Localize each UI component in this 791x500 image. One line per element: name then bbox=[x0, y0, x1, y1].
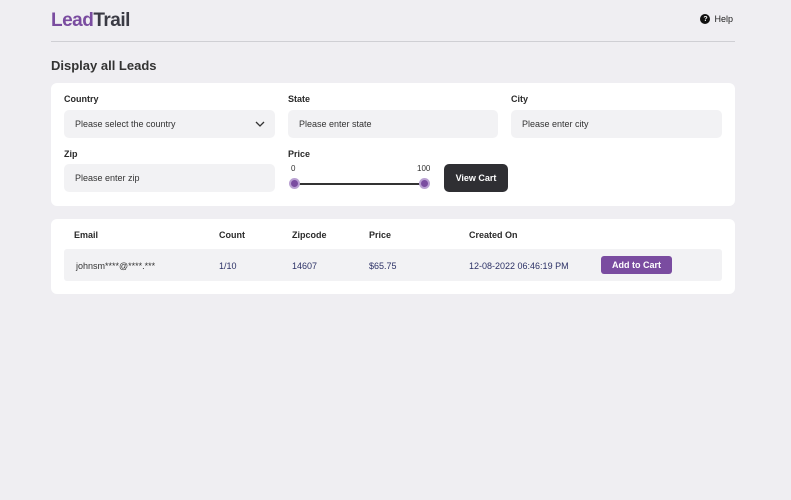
cell-count: 1/10 bbox=[219, 261, 237, 271]
page-title: Display all Leads bbox=[51, 58, 157, 73]
zip-input-placeholder: Please enter zip bbox=[75, 173, 140, 183]
zip-label: Zip bbox=[64, 149, 78, 159]
price-min-thumb[interactable] bbox=[289, 178, 300, 189]
leadtrail-logo[interactable]: LeadTrail bbox=[51, 10, 130, 32]
help-label: Help bbox=[714, 14, 733, 24]
city-input-placeholder: Please enter city bbox=[522, 119, 589, 129]
price-slider-track[interactable] bbox=[294, 183, 425, 185]
price-max-thumb[interactable] bbox=[419, 178, 430, 189]
leads-table: Email Count Zipcode Price Created On joh… bbox=[51, 219, 735, 294]
price-label: Price bbox=[288, 149, 311, 159]
cell-email: johnsm****@****.*** bbox=[76, 261, 156, 271]
chevron-down-icon bbox=[255, 121, 265, 127]
zip-input[interactable]: Please enter zip bbox=[64, 164, 275, 192]
state-input[interactable]: Please enter state bbox=[288, 110, 498, 138]
help-icon: ? bbox=[700, 14, 711, 24]
country-label: Country bbox=[64, 94, 99, 104]
help-link[interactable]: ? Help bbox=[700, 14, 733, 24]
price-min-value: 0 bbox=[291, 164, 296, 173]
cell-created-on: 12-08-2022 06:46:19 PM bbox=[469, 261, 569, 271]
cell-zipcode: 14607 bbox=[292, 261, 318, 271]
column-header-price: Price bbox=[369, 230, 392, 240]
city-label: City bbox=[511, 94, 529, 104]
column-header-email: Email bbox=[74, 230, 99, 240]
country-select-value: Please select the country bbox=[75, 119, 176, 129]
city-input[interactable]: Please enter city bbox=[511, 110, 722, 138]
logo-trail-text: Trail bbox=[93, 10, 130, 31]
state-input-placeholder: Please enter state bbox=[299, 119, 372, 129]
table-row: johnsm****@****.*** 1/10 14607 $65.75 12… bbox=[64, 249, 722, 281]
column-header-created-on: Created On bbox=[469, 230, 518, 240]
add-to-cart-button[interactable]: Add to Cart bbox=[601, 256, 672, 274]
filter-panel: Country Please select the country State … bbox=[51, 83, 735, 206]
price-max-value: 100 bbox=[417, 164, 431, 173]
country-select[interactable]: Please select the country bbox=[64, 110, 275, 138]
column-header-count: Count bbox=[219, 230, 245, 240]
app-header: LeadTrail ? Help bbox=[51, 0, 735, 42]
cell-price: $65.75 bbox=[369, 261, 397, 271]
logo-lead-text: Lead bbox=[51, 10, 94, 31]
state-label: State bbox=[288, 94, 311, 104]
column-header-zipcode: Zipcode bbox=[292, 230, 327, 240]
view-cart-button[interactable]: View Cart bbox=[444, 164, 508, 192]
